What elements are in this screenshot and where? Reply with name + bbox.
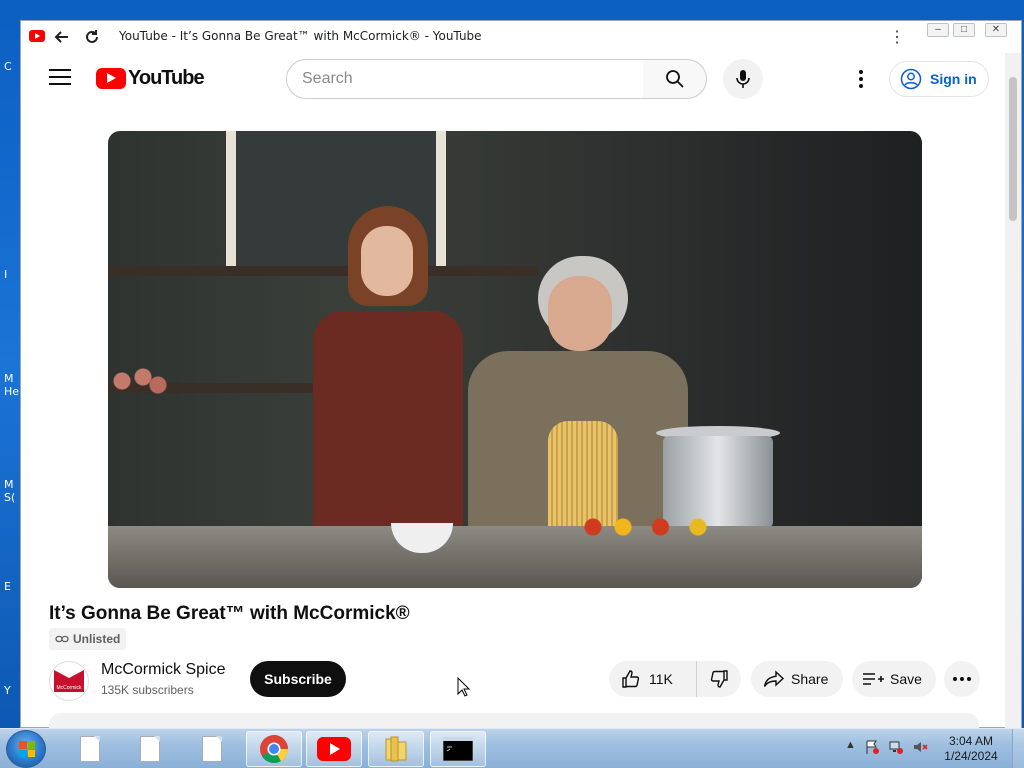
youtube-masthead: YouTube Search Sign in xyxy=(21,53,1005,111)
microphone-icon xyxy=(736,70,750,88)
youtube-favicon-icon xyxy=(29,30,45,42)
video-frame-young-woman xyxy=(313,206,463,526)
taskbar-chrome[interactable] xyxy=(246,731,302,767)
voice-search-button[interactable] xyxy=(723,59,763,99)
desktop-icon-label[interactable]: M He xyxy=(4,372,20,398)
maximize-button[interactable]: □ xyxy=(953,23,975,37)
save-button[interactable]: Save xyxy=(852,661,936,697)
mccormick-logo-icon: McCormick xyxy=(54,670,84,692)
desktop-icon-label[interactable]: I xyxy=(4,268,7,281)
unlisted-label: Unlisted xyxy=(73,632,121,646)
youtube-icon xyxy=(317,737,351,761)
clock-time: 3:04 AM xyxy=(948,734,994,748)
sign-in-label: Sign in xyxy=(930,71,977,87)
tray-expand-icon[interactable]: ▲ xyxy=(845,739,856,755)
account-icon xyxy=(900,68,922,90)
taskbar-document-3[interactable] xyxy=(184,731,240,767)
logo-text: YouTube xyxy=(128,67,205,89)
action-center-flag-icon[interactable] xyxy=(864,739,880,755)
document-icon xyxy=(202,736,222,762)
subscribe-button[interactable]: Subscribe xyxy=(250,661,346,697)
desktop-icon-label[interactable]: C xyxy=(4,60,12,73)
document-icon xyxy=(80,736,100,762)
browser-window: YouTube - It’s Gonna Be Great™ with McCo… xyxy=(20,20,1022,729)
start-button[interactable] xyxy=(6,730,46,768)
desktop-icon-label[interactable]: Y xyxy=(4,684,11,697)
video-player[interactable] xyxy=(108,131,922,588)
clock-date: 1/24/2024 xyxy=(944,749,998,763)
search-input[interactable]: Search xyxy=(286,59,644,99)
taskbar-file-explorer[interactable] xyxy=(368,731,424,767)
youtube-logo[interactable]: YouTube xyxy=(96,67,205,90)
unlisted-badge: Unlisted xyxy=(49,628,127,650)
taskbar-clock[interactable]: 3:04 AM 1/24/2024 xyxy=(936,734,1006,764)
playlist-add-icon xyxy=(863,673,884,685)
mouse-cursor-icon xyxy=(457,677,471,697)
desktop-icon-label[interactable]: M S( xyxy=(4,478,20,504)
thumbs-up-icon xyxy=(622,670,640,688)
taskbar-document-2[interactable] xyxy=(122,731,178,767)
channel-name[interactable]: McCormick Spice xyxy=(101,661,225,679)
subscriber-count: 135K subscribers xyxy=(101,683,194,697)
taskbar: ▲ 3:04 AM 1/24/2024 xyxy=(0,728,1024,768)
browser-titlebar: YouTube - It’s Gonna Be Great™ with McCo… xyxy=(21,21,1021,53)
folder-icon xyxy=(385,736,407,762)
network-icon[interactable] xyxy=(888,739,904,755)
chrome-icon xyxy=(260,735,288,763)
desktop-icon-label[interactable]: E xyxy=(4,580,11,593)
scrollbar-thumb[interactable] xyxy=(1009,77,1017,221)
like-button[interactable]: 11K xyxy=(609,661,697,697)
search-button[interactable] xyxy=(643,59,707,99)
volume-muted-icon[interactable] xyxy=(912,739,928,755)
like-count: 11K xyxy=(649,671,673,687)
dislike-button[interactable] xyxy=(697,661,741,697)
system-tray: ▲ xyxy=(845,739,928,755)
taskbar-command-prompt[interactable] xyxy=(430,731,486,767)
svg-text:McCormick: McCormick xyxy=(57,685,82,691)
minimize-button[interactable]: – xyxy=(927,23,949,37)
like-dislike-group: 11K xyxy=(609,661,741,697)
share-arrow-icon xyxy=(763,670,785,687)
page-scrollbar[interactable] xyxy=(1005,53,1021,729)
save-label: Save xyxy=(890,671,922,687)
close-button[interactable]: ✕ xyxy=(985,23,1007,37)
taskbar-youtube[interactable] xyxy=(306,731,362,767)
hamburger-menu-icon[interactable] xyxy=(49,69,71,85)
more-actions-icon[interactable] xyxy=(944,661,980,697)
windows-logo-icon xyxy=(19,741,35,757)
youtube-play-icon xyxy=(96,68,126,89)
terminal-icon xyxy=(443,737,473,761)
video-title: It’s Gonna Be Great™ with McCormick® xyxy=(49,603,410,624)
description-box[interactable] xyxy=(49,713,979,729)
browser-menu-icon[interactable]: ⋮ xyxy=(889,27,905,47)
show-desktop-button[interactable] xyxy=(1012,729,1024,768)
document-icon xyxy=(140,736,160,762)
sign-in-button[interactable]: Sign in xyxy=(889,61,989,97)
channel-avatar[interactable]: McCormick xyxy=(49,661,89,701)
reload-icon[interactable] xyxy=(81,26,103,48)
share-label: Share xyxy=(791,671,829,687)
link-icon xyxy=(55,635,69,643)
thumbs-down-icon xyxy=(710,670,728,688)
tab-title: YouTube - It’s Gonna Be Great™ with McCo… xyxy=(119,29,482,43)
settings-kebab-icon[interactable] xyxy=(853,67,869,91)
search-icon xyxy=(665,70,684,88)
back-arrow-icon[interactable] xyxy=(51,26,73,48)
share-button[interactable]: Share xyxy=(751,661,843,697)
taskbar-document-1[interactable] xyxy=(62,731,118,767)
